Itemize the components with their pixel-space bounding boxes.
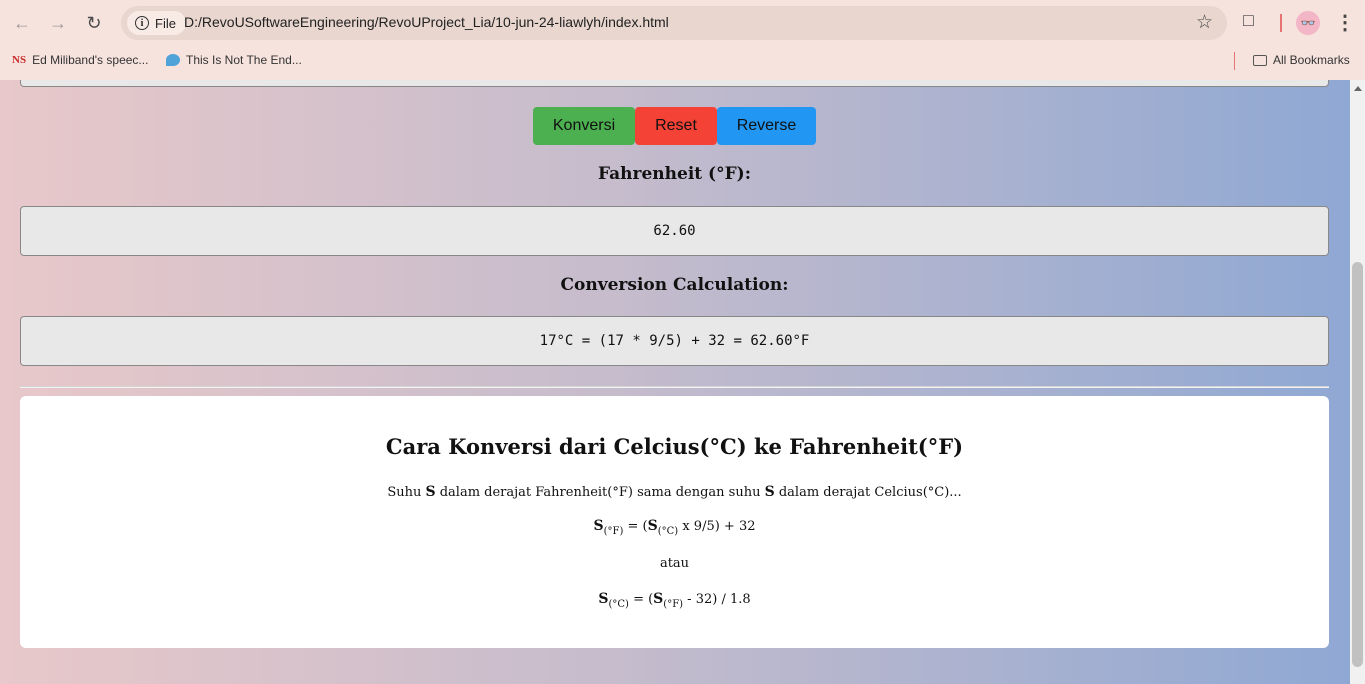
- calculation-output[interactable]: 17°C = (17 * 9/5) + 32 = 62.60°F: [20, 316, 1329, 366]
- bookmarks-bar: NS Ed Miliband's speec... This Is Not Th…: [0, 46, 1365, 76]
- page-viewport: Konversi Reset Reverse Fahrenheit (°F): …: [0, 80, 1350, 684]
- back-icon[interactable]: ←: [9, 10, 35, 36]
- button-row: Konversi Reset Reverse: [533, 107, 816, 145]
- formula-subscript: (°F): [663, 599, 684, 610]
- bird-favicon-icon: [166, 54, 180, 66]
- vertical-scrollbar[interactable]: [1350, 80, 1365, 684]
- scrollbar-thumb[interactable]: [1352, 262, 1363, 667]
- bookmark-label: This Is Not The End...: [186, 53, 302, 67]
- calculation-label: Conversion Calculation:: [560, 275, 789, 295]
- intro-s-symbol: S: [425, 484, 436, 500]
- toolbar-divider: [1280, 14, 1282, 32]
- konversi-button[interactable]: Konversi: [533, 107, 635, 145]
- divider: [20, 386, 1329, 388]
- intro-s-symbol: S: [764, 484, 775, 500]
- site-info-chip[interactable]: i File: [127, 11, 186, 35]
- formula-subscript: (°C): [657, 526, 679, 537]
- all-bookmarks-button[interactable]: All Bookmarks: [1253, 53, 1350, 67]
- extensions-icon[interactable]: □: [1243, 10, 1267, 34]
- kebab-menu-icon[interactable]: ⋮: [1335, 10, 1355, 35]
- formula-f: S(°F) = (S(°C) x 9/5) + 32: [20, 518, 1329, 537]
- address-bar[interactable]: i File D:/RevoUSoftwareEngineering/RevoU…: [121, 6, 1227, 40]
- info-card: Cara Konversi dari Celcius(°C) ke Fahren…: [20, 396, 1329, 648]
- folder-icon: [1253, 54, 1267, 66]
- reverse-button[interactable]: Reverse: [717, 107, 816, 145]
- all-bookmarks-label: All Bookmarks: [1273, 53, 1350, 67]
- bookmark-item[interactable]: NS Ed Miliband's speec...: [12, 53, 148, 67]
- bookmarks-divider: [1234, 52, 1235, 70]
- intro-text: dalam derajat Celcius(°C)...: [774, 485, 962, 500]
- profile-avatar[interactable]: 👓: [1296, 11, 1320, 35]
- formula-text: = (: [623, 519, 648, 534]
- formula-text: = (: [628, 592, 654, 607]
- formula-text: x 9/5) + 32: [678, 519, 756, 534]
- ns-favicon-icon: NS: [12, 54, 27, 66]
- bookmark-star-icon[interactable]: ☆: [1196, 11, 1213, 34]
- intro-text: dalam derajat Fahrenheit(°F) sama dengan…: [435, 485, 765, 500]
- bookmark-item[interactable]: This Is Not The End...: [166, 53, 302, 67]
- formula-text: - 32) / 1.8: [683, 592, 751, 607]
- or-text: atau: [659, 556, 690, 571]
- formula-s-symbol: S: [653, 591, 664, 607]
- intro-text: Suhu: [387, 485, 426, 500]
- fahrenheit-output[interactable]: 62.60: [20, 206, 1329, 256]
- formula-s-symbol: S: [598, 591, 609, 607]
- info-intro: Suhu S dalam derajat Fahrenheit(°F) sama…: [20, 484, 1329, 500]
- reload-icon[interactable]: ↻: [81, 10, 107, 36]
- fahrenheit-label: Fahrenheit (°F):: [598, 164, 751, 184]
- forward-icon[interactable]: →: [45, 10, 71, 36]
- url-text[interactable]: D:/RevoUSoftwareEngineering/RevoUProject…: [184, 14, 669, 30]
- formula-s-symbol: S: [647, 518, 658, 534]
- formula-subscript: (°F): [603, 526, 624, 537]
- formula-subscript: (°C): [608, 599, 629, 610]
- celsius-input[interactable]: [20, 80, 1329, 87]
- browser-toolbar: ← → ↻ i File D:/RevoUSoftwareEngineering…: [0, 0, 1365, 46]
- info-icon: i: [135, 16, 149, 30]
- site-info-label: File: [155, 15, 176, 31]
- bookmark-label: Ed Miliband's speec...: [32, 53, 149, 67]
- info-title: Cara Konversi dari Celcius(°C) ke Fahren…: [385, 434, 964, 459]
- scroll-up-icon[interactable]: [1354, 86, 1362, 91]
- formula-c: S(°C) = (S(°F) - 32) / 1.8: [20, 591, 1329, 610]
- formula-s-symbol: S: [593, 518, 604, 534]
- reset-button[interactable]: Reset: [635, 107, 717, 145]
